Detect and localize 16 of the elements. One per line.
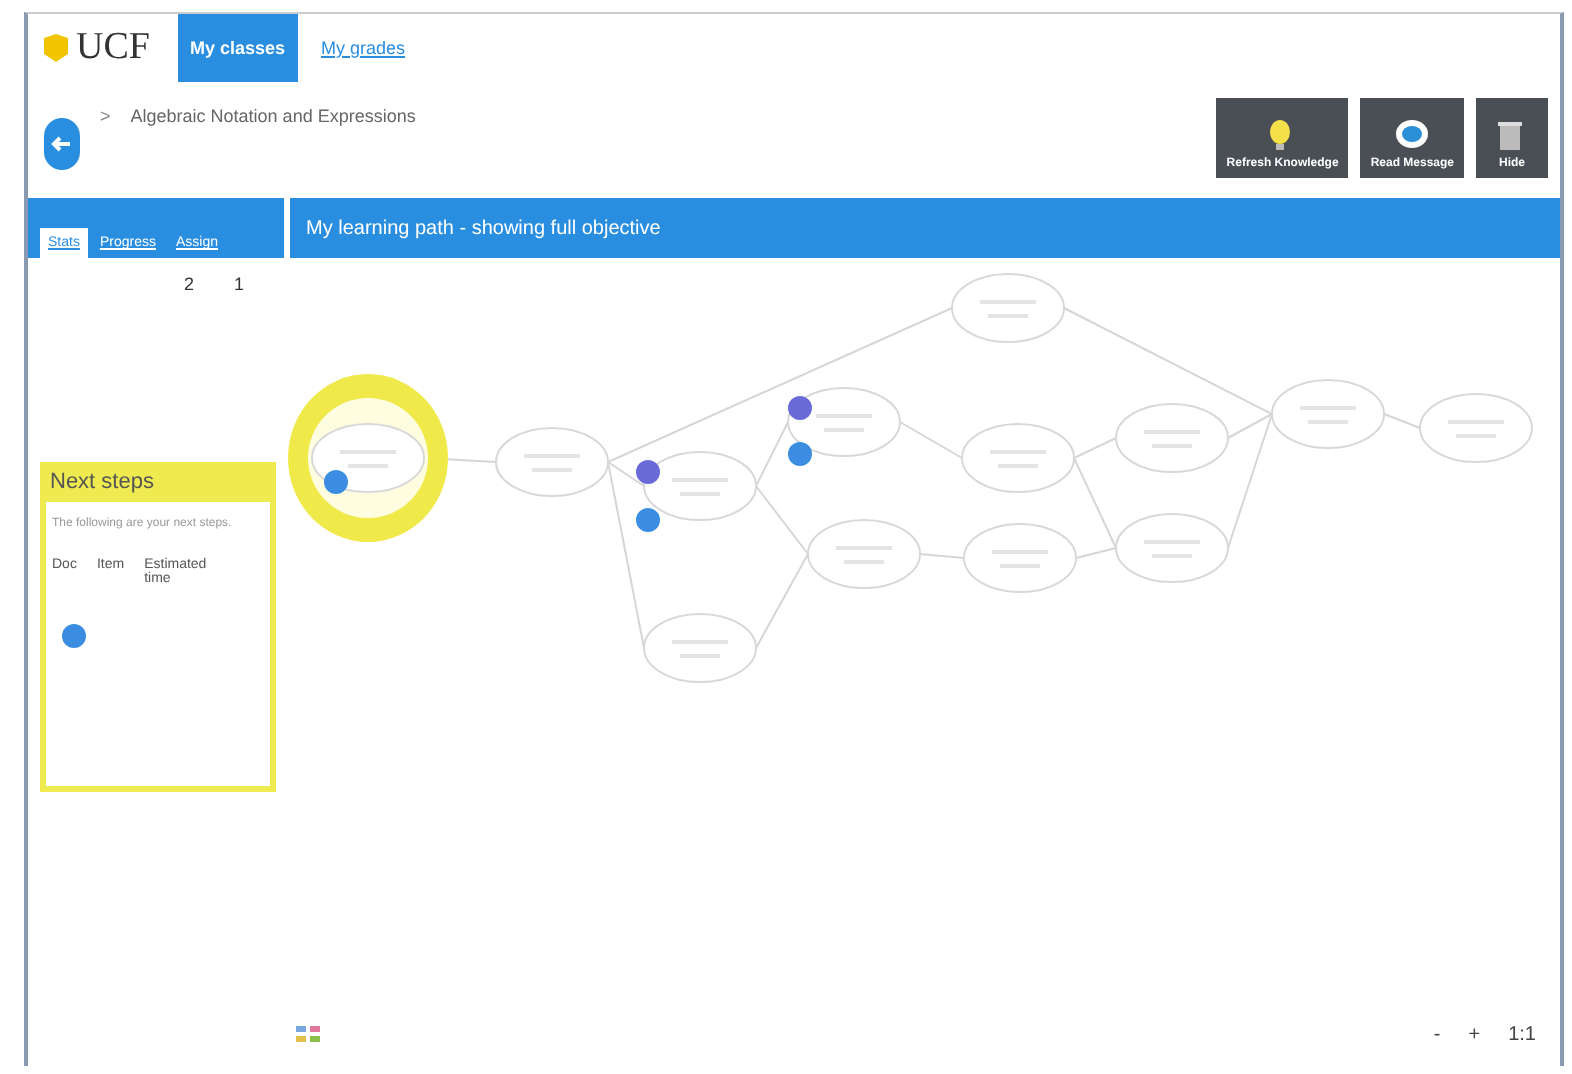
zoom-button[interactable]: + (1468, 1023, 1481, 1045)
shield-icon (40, 30, 72, 66)
legend-icon (296, 1026, 320, 1042)
back-button[interactable] (44, 118, 80, 170)
logo-text: UCF (76, 26, 150, 70)
speech-bubble-icon (1394, 118, 1431, 152)
stats-column-heading: 2 (184, 274, 195, 298)
status-dot-icon (62, 624, 86, 648)
stats-column-heading: 1 (234, 274, 245, 298)
breadcrumb-separator: > (100, 106, 111, 126)
breadcrumb-title: Algebraic Notation and Expressions (130, 106, 416, 126)
nav-tab[interactable]: My grades (309, 14, 418, 82)
path-header-title: My learning path - showing full objective (306, 217, 661, 239)
next-steps-title: Next steps (46, 462, 270, 502)
zoom-button[interactable]: 1:1 (1508, 1023, 1536, 1045)
zoom-button[interactable]: - (1433, 1023, 1441, 1045)
